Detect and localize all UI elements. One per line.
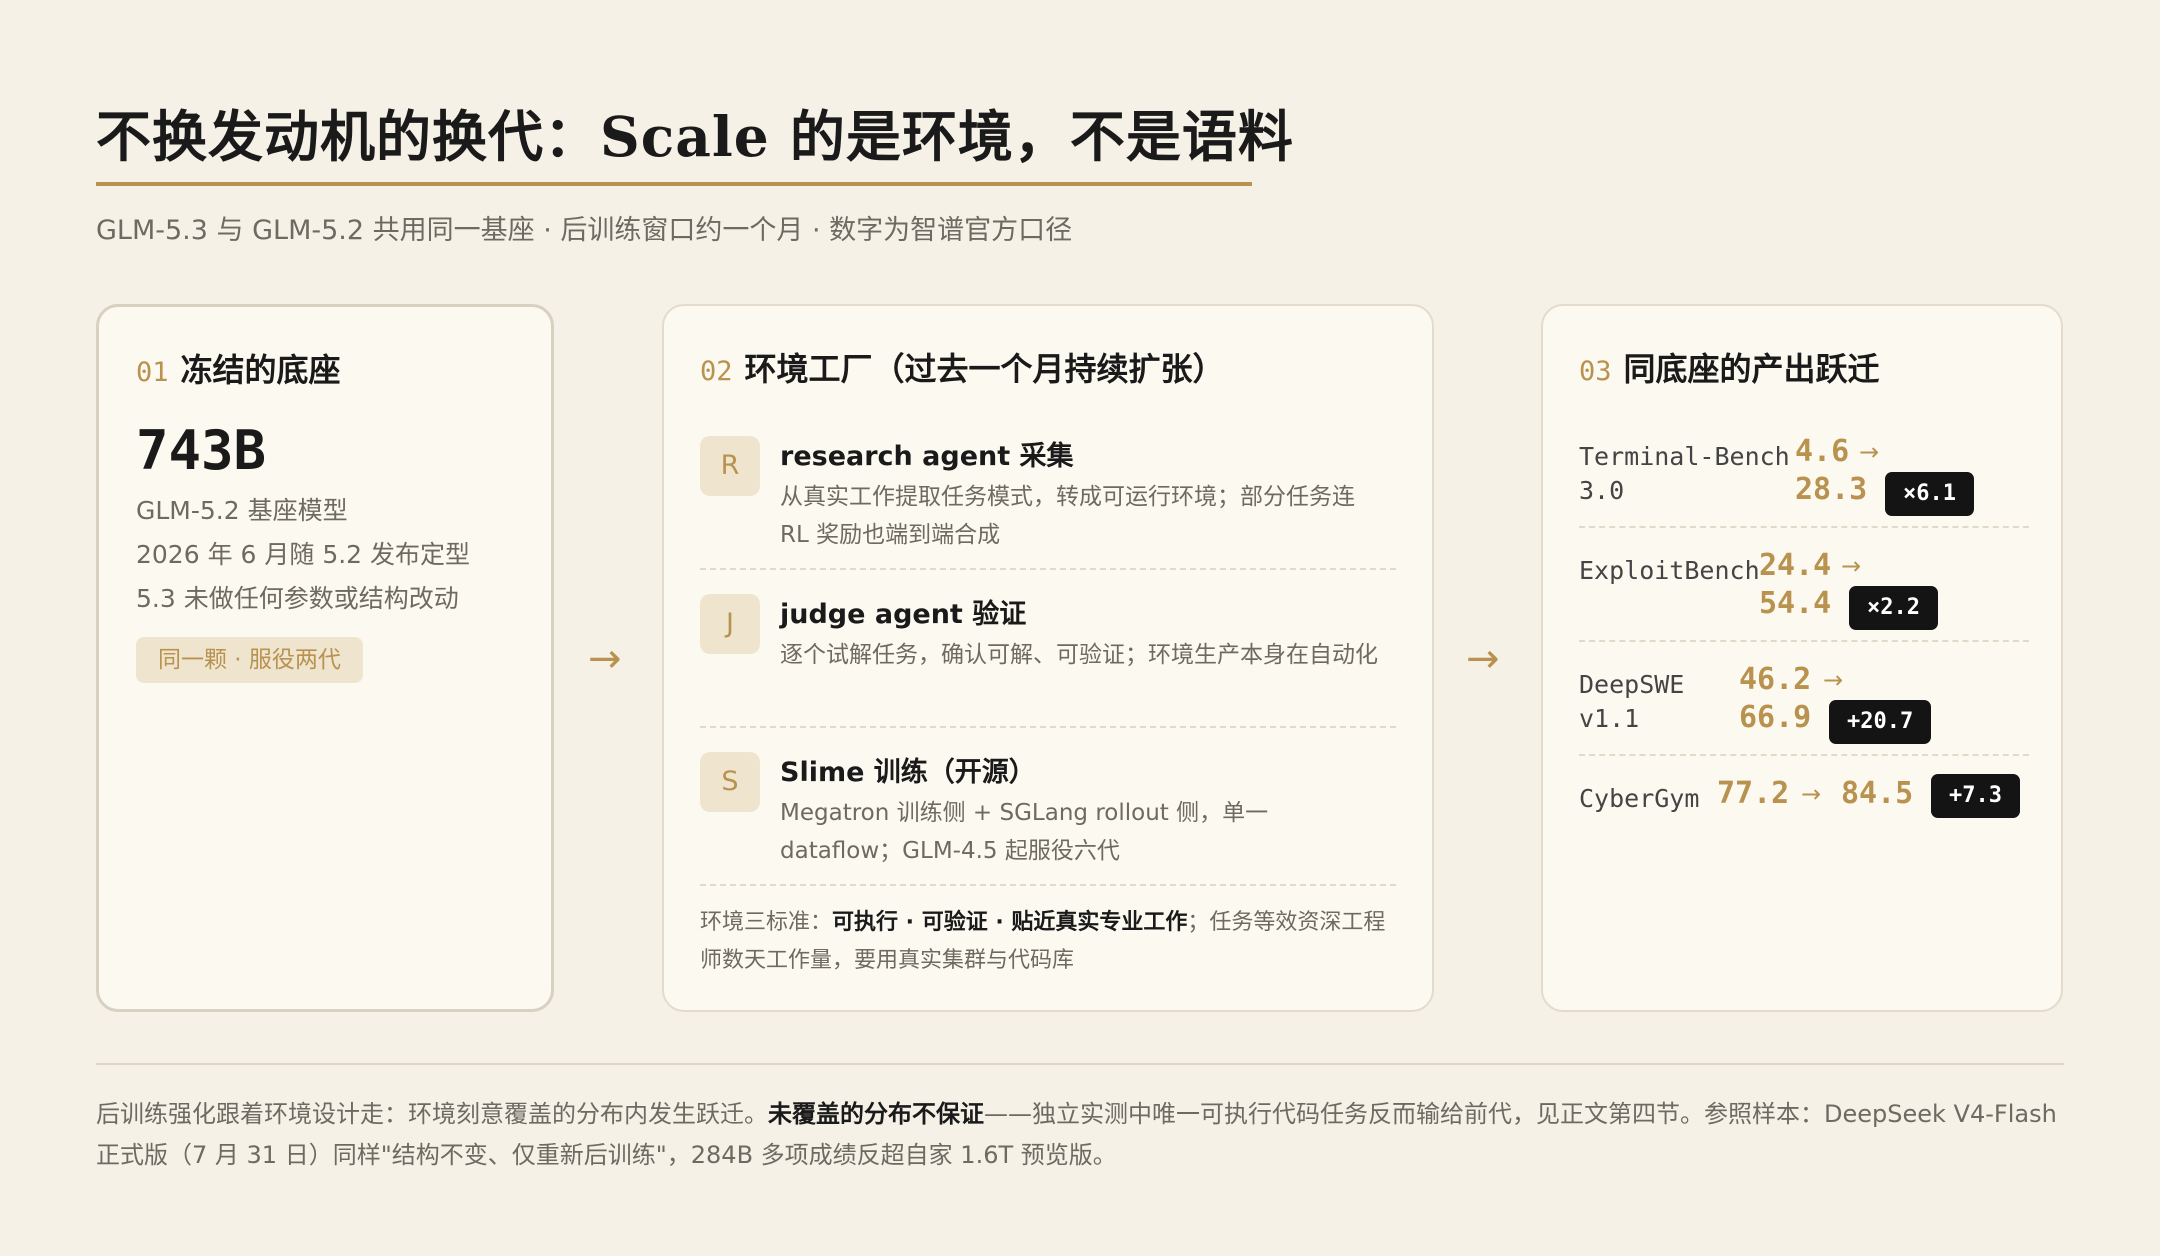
metric-name: Terminal-Bench	[1579, 442, 1790, 471]
card-number: 02	[700, 356, 733, 387]
card-header: 02 环境工厂（过去一个月持续扩张）	[700, 344, 1225, 390]
delta-badge: ×6.1	[1885, 472, 1974, 516]
same-base-pill: 同一颗 · 服役两代	[136, 637, 363, 683]
metric-after: 84.5	[1841, 776, 1914, 811]
card-header: 01 冻结的底座	[136, 345, 341, 391]
card-output-leap: 03 同底座的产出跃迁 Terminal-Bench 3.0 4.6 → 28.3…	[1541, 304, 2063, 1012]
delta-badge: +7.3	[1931, 774, 2020, 818]
step-title: Slime 训练（开源）	[780, 757, 1036, 788]
delta-badge: +20.7	[1829, 700, 1932, 744]
delta-badge: ×2.2	[1849, 586, 1938, 630]
page-subtitle: GLM-5.3 与 GLM-5.2 共用同一基座 · 后训练窗口约一个月 · 数…	[96, 215, 1073, 246]
environment-standards: 环境三标准：可执行 · 可验证 · 贴近真实专业工作；任务等效资深工程师数天工作…	[700, 904, 1400, 980]
metric-name: ExploitBench	[1579, 556, 1760, 585]
step-description: 从真实工作提取任务模式，转成可运行环境；部分任务连 RL 奖励也端到端合成	[780, 484, 1355, 548]
arrow-right-icon: →	[1823, 666, 1844, 694]
arrow-right-icon: →	[1841, 552, 1862, 580]
divider	[1579, 754, 2029, 756]
divider	[1579, 526, 2029, 528]
release-date-line: 2026 年 6 月随 5.2 发布定型	[136, 540, 471, 569]
no-change-line: 5.3 未做任何参数或结构改动	[136, 584, 459, 613]
step-title: judge agent 验证	[780, 599, 1027, 630]
page-title: 不换发动机的换代：Scale 的是环境，不是语料	[96, 104, 1294, 169]
card-frozen-base: 01 冻结的底座 743B GLM-5.2 基座模型 2026 年 6 月随 5.…	[96, 304, 554, 1012]
metric-name-version: v1.1	[1579, 704, 1640, 733]
arrow-right-icon: →	[1801, 780, 1822, 808]
card-heading: 冻结的底座	[180, 351, 341, 389]
card-header: 03 同底座的产出跃迁	[1579, 344, 1880, 390]
footer-divider	[96, 1063, 2064, 1065]
metric-before: 4.6	[1795, 434, 1850, 469]
card-number: 01	[136, 357, 169, 388]
card-heading: 环境工厂（过去一个月持续扩张）	[744, 350, 1225, 388]
metric-before: 46.2	[1739, 662, 1812, 697]
divider	[1579, 640, 2029, 642]
standards-prefix: 环境三标准：	[700, 910, 833, 935]
step-badge: S	[700, 752, 760, 812]
metric-after: 66.9	[1739, 700, 1812, 735]
footer-highlight: 未覆盖的分布不保证	[768, 1100, 984, 1128]
card-heading: 同底座的产出跃迁	[1623, 350, 1880, 388]
step-description: 逐个试解任务，确认可解、可验证；环境生产本身在自动化	[780, 642, 1378, 668]
arrow-right-icon: →	[1466, 636, 1500, 682]
metric-name: CyberGym	[1579, 784, 1700, 813]
title-underline	[96, 182, 1252, 186]
parameter-count: 743B	[136, 419, 267, 482]
footer-note: 后训练强化跟着环境设计走：环境刻意覆盖的分布内发生跃迁。未覆盖的分布不保证——独…	[96, 1094, 2071, 1176]
metric-name-version: 3.0	[1579, 476, 1625, 505]
metric-terminal-bench: Terminal-Bench 3.0 4.6 → 28.3 ×6.1	[1579, 432, 2029, 516]
step-badge: R	[700, 436, 760, 496]
card-number: 03	[1579, 356, 1612, 387]
metric-cybergym: CyberGym 77.2 → 84.5 +7.3	[1579, 774, 2029, 824]
step-badge: J	[700, 594, 760, 654]
card-environment-factory: 02 环境工厂（过去一个月持续扩张） R research agent 采集 从真…	[662, 304, 1434, 1012]
divider	[700, 726, 1396, 728]
arrow-right-icon: →	[588, 636, 622, 682]
standards-highlight: 可执行 · 可验证 · 贴近真实专业工作	[832, 910, 1188, 935]
step-title: research agent 采集	[780, 441, 1074, 472]
footer-text-1: 后训练强化跟着环境设计走：环境刻意覆盖的分布内发生跃迁。	[96, 1100, 768, 1128]
step-description: Megatron 训练侧 + SGLang rollout 侧，单一 dataf…	[780, 800, 1269, 864]
metric-exploitbench: ExploitBench 24.4 → 54.4 ×2.2	[1579, 546, 2029, 630]
metric-deepswe: DeepSWE v1.1 46.2 → 66.9 +20.7	[1579, 660, 2029, 744]
metric-before: 24.4	[1759, 548, 1832, 583]
divider	[700, 568, 1396, 570]
metric-after: 54.4	[1759, 586, 1832, 621]
metric-before: 77.2	[1717, 776, 1790, 811]
metric-name: DeepSWE	[1579, 670, 1685, 699]
divider	[700, 884, 1396, 886]
metric-after: 28.3	[1795, 472, 1868, 507]
base-model-line: GLM-5.2 基座模型	[136, 496, 348, 525]
arrow-right-icon: →	[1859, 438, 1880, 466]
